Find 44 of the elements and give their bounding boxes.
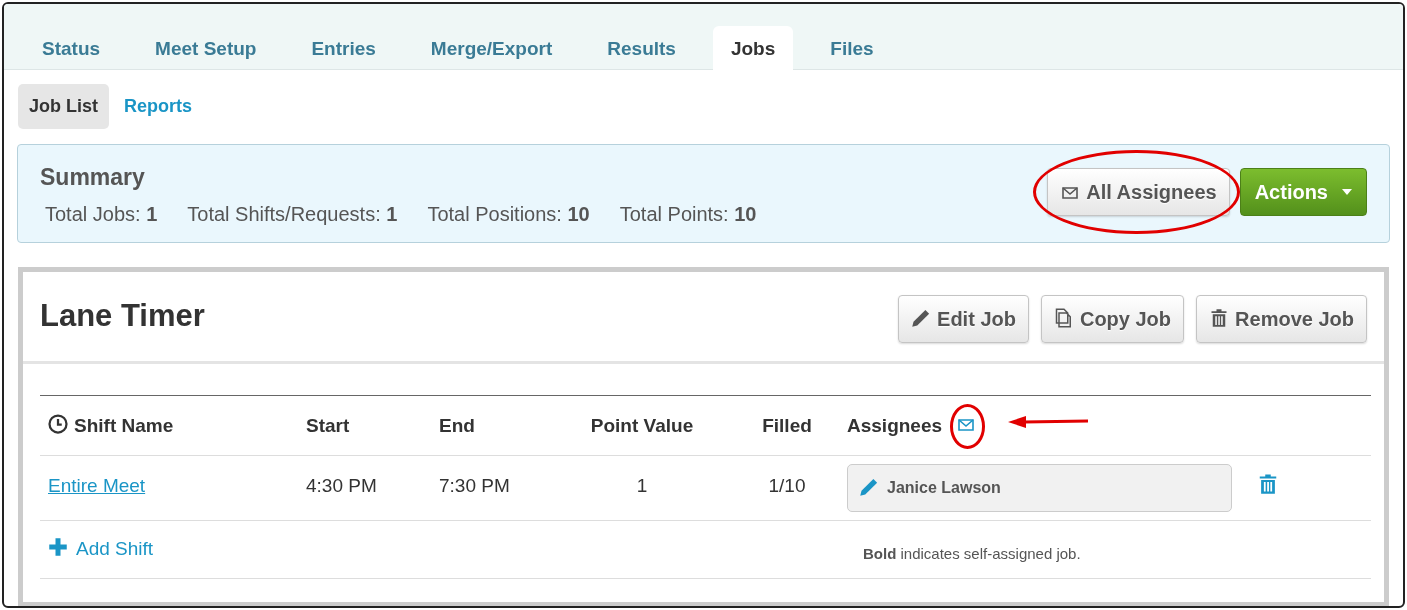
- summary-stat: Total Points: 10: [619, 201, 757, 227]
- tab[interactable]: Entries: [293, 26, 394, 69]
- envelope-icon: [1060, 185, 1081, 201]
- tab[interactable]: Meet Setup: [137, 26, 275, 69]
- pencil-icon: [911, 308, 932, 328]
- tab[interactable]: Merge/Export: [412, 26, 571, 69]
- plus-icon: [48, 536, 68, 557]
- remove-job-button[interactable]: Remove Job: [1196, 295, 1367, 343]
- edit-job-button[interactable]: Edit Job: [898, 295, 1029, 343]
- add-shift-link[interactable]: Add Shift: [48, 537, 154, 559]
- point-value: 1: [636, 474, 648, 496]
- column-header: Filled: [762, 415, 812, 436]
- subnav-tab[interactable]: Job List: [18, 84, 109, 129]
- summary-stat: Total Jobs: 1: [45, 201, 158, 227]
- legend-note: Bold indicates self-assigned job.: [863, 544, 1081, 562]
- trash-icon: [1209, 308, 1230, 328]
- column-header: Start: [306, 415, 350, 436]
- caret-icon: [1342, 189, 1352, 195]
- column-header: Assignees: [847, 415, 943, 436]
- job-title: Lane Timer: [40, 297, 205, 335]
- assignee-field[interactable]: Janice Lawson: [847, 463, 1232, 512]
- copy-job-button[interactable]: Copy Job: [1040, 295, 1185, 343]
- column-header: Shift Name: [74, 415, 174, 436]
- shift-name-link[interactable]: Entire Meet: [48, 474, 146, 496]
- copy-icon: [1053, 308, 1074, 328]
- summary-stat: Total Shifts/Requests: 1: [187, 201, 398, 227]
- pencil-icon[interactable]: [859, 476, 879, 497]
- summary-title: Summary: [40, 163, 146, 192]
- start-time: 4:30 PM: [306, 474, 377, 496]
- tab[interactable]: Status: [24, 26, 119, 69]
- tab[interactable]: Files: [812, 26, 892, 69]
- trash-icon[interactable]: [1257, 472, 1279, 497]
- end-time: 7:30 PM: [439, 474, 510, 496]
- envelope-icon[interactable]: [956, 417, 977, 433]
- column-header: Point Value: [590, 415, 694, 436]
- actions-button[interactable]: Actions: [1239, 168, 1367, 216]
- email-button[interactable]: All Assignees: [1047, 168, 1230, 216]
- filled-count: 1/10: [768, 474, 806, 496]
- clock-icon: [48, 414, 68, 434]
- tab[interactable]: Jobs: [712, 26, 794, 70]
- subnav-tab[interactable]: Reports: [113, 84, 204, 129]
- tab[interactable]: Results: [589, 26, 694, 69]
- column-header: End: [439, 415, 475, 436]
- summary-stat: Total Positions: 10: [427, 201, 590, 227]
